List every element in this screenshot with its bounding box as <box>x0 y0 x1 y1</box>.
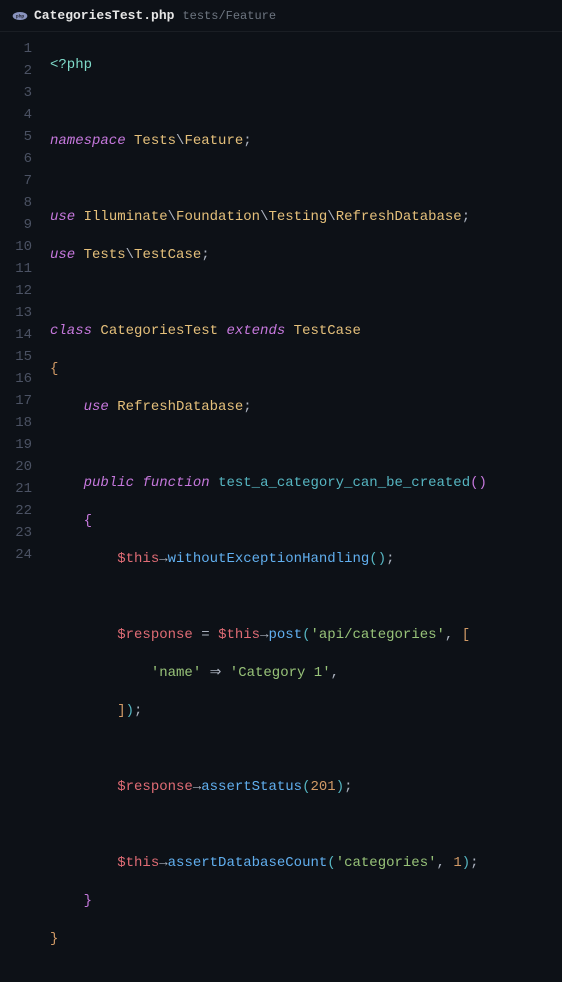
code-editor[interactable]: 123456789101112131415161718192021222324 … <box>0 32 562 982</box>
code-content[interactable]: <?php namespace Tests\Feature; use Illum… <box>50 38 562 982</box>
editor-tab[interactable]: php CategoriesTest.php tests/Feature <box>0 0 562 32</box>
tab-filename: CategoriesTest.php <box>34 8 174 23</box>
svg-text:php: php <box>16 13 25 18</box>
php-icon: php <box>12 8 28 24</box>
tab-path: tests/Feature <box>182 9 276 23</box>
line-number-gutter: 123456789101112131415161718192021222324 <box>0 38 50 982</box>
